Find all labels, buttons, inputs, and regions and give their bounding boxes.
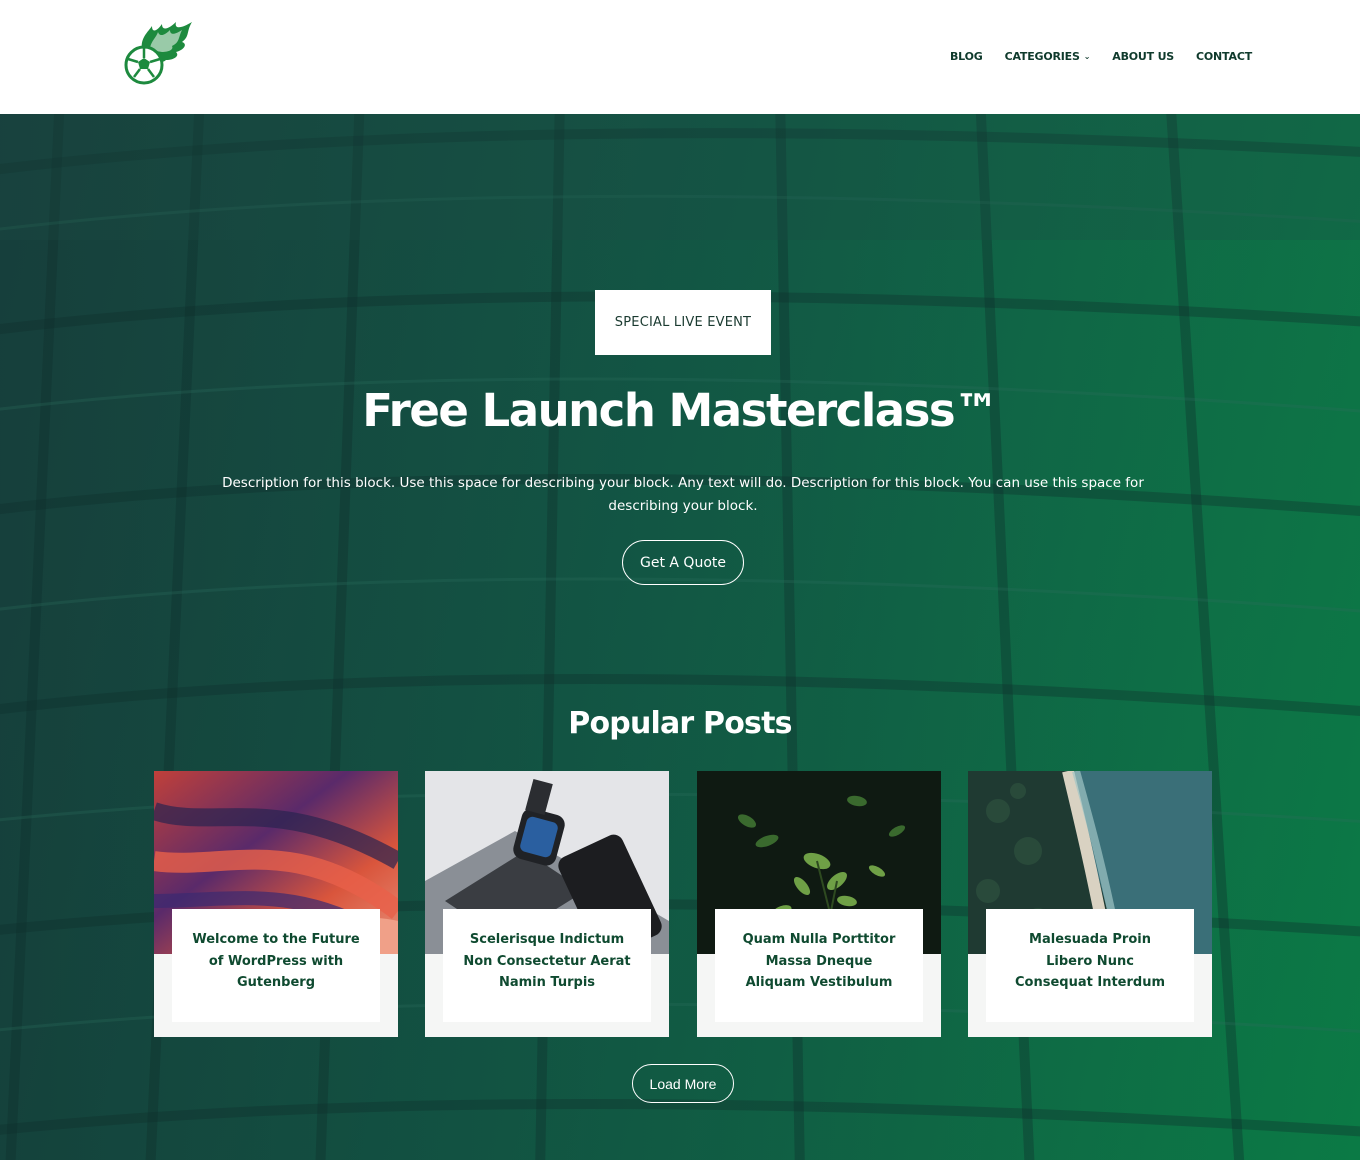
nav-item-label: CONTACT	[1196, 50, 1252, 63]
post-title[interactable]: Scelerisque Indictum Non Consectetur Aer…	[463, 929, 631, 994]
event-badge: SPECIAL LIVE EVENT	[595, 290, 771, 355]
hero-description: Description for this block. Use this spa…	[222, 475, 1144, 514]
post-card-body: Malesuada Proin Libero Nunc Consequat In…	[986, 909, 1194, 1022]
post-title[interactable]: Welcome to the Future of WordPress with …	[192, 929, 360, 994]
nav-item-categories[interactable]: CATEGORIES ⌄	[1005, 50, 1091, 63]
post-card-body: Scelerisque Indictum Non Consectetur Aer…	[443, 909, 651, 1022]
flaming-soccer-ball-logo[interactable]	[122, 20, 196, 86]
post-title[interactable]: Malesuada Proin Libero Nunc Consequat In…	[1006, 929, 1174, 994]
post-card-body: Welcome to the Future of WordPress with …	[172, 909, 380, 1022]
post-card[interactable]: Scelerisque Indictum Non Consectetur Aer…	[425, 771, 669, 1037]
hero-section: SPECIAL LIVE EVENT Free Launch Mastercla…	[0, 114, 1360, 1160]
post-card[interactable]: Welcome to the Future of WordPress with …	[154, 771, 398, 1037]
hero-content: SPECIAL LIVE EVENT Free Launch Mastercla…	[0, 114, 1360, 1160]
nav-item-contact[interactable]: CONTACT	[1196, 50, 1252, 63]
nav-item-label: CATEGORIES	[1004, 50, 1080, 63]
site-header: BLOG CATEGORIES ⌄ ABOUT US CONTACT	[0, 0, 1360, 114]
post-card[interactable]: Malesuada Proin Libero Nunc Consequat In…	[968, 771, 1212, 1037]
load-more-button[interactable]: Load More	[632, 1064, 734, 1103]
nav-item-about-us[interactable]: ABOUT US	[1112, 50, 1174, 63]
post-title[interactable]: Quam Nulla Porttitor Massa Dneque Aliqua…	[735, 929, 903, 994]
main-nav: BLOG CATEGORIES ⌄ ABOUT US CONTACT	[950, 50, 1252, 63]
chevron-down-icon: ⌄	[1083, 52, 1091, 61]
post-card-body: Quam Nulla Porttitor Massa Dneque Aliqua…	[715, 909, 923, 1022]
popular-posts-title: Popular Posts	[568, 706, 792, 741]
get-a-quote-button[interactable]: Get A Quote	[622, 540, 744, 585]
nav-item-label: BLOG	[950, 50, 983, 63]
hero-title: Free Launch Masterclass™	[362, 384, 999, 437]
nav-item-blog[interactable]: BLOG	[950, 50, 983, 63]
post-card[interactable]: Quam Nulla Porttitor Massa Dneque Aliqua…	[697, 771, 941, 1037]
nav-item-label: ABOUT US	[1112, 50, 1175, 63]
popular-posts-grid: Welcome to the Future of WordPress with …	[154, 771, 1212, 1037]
